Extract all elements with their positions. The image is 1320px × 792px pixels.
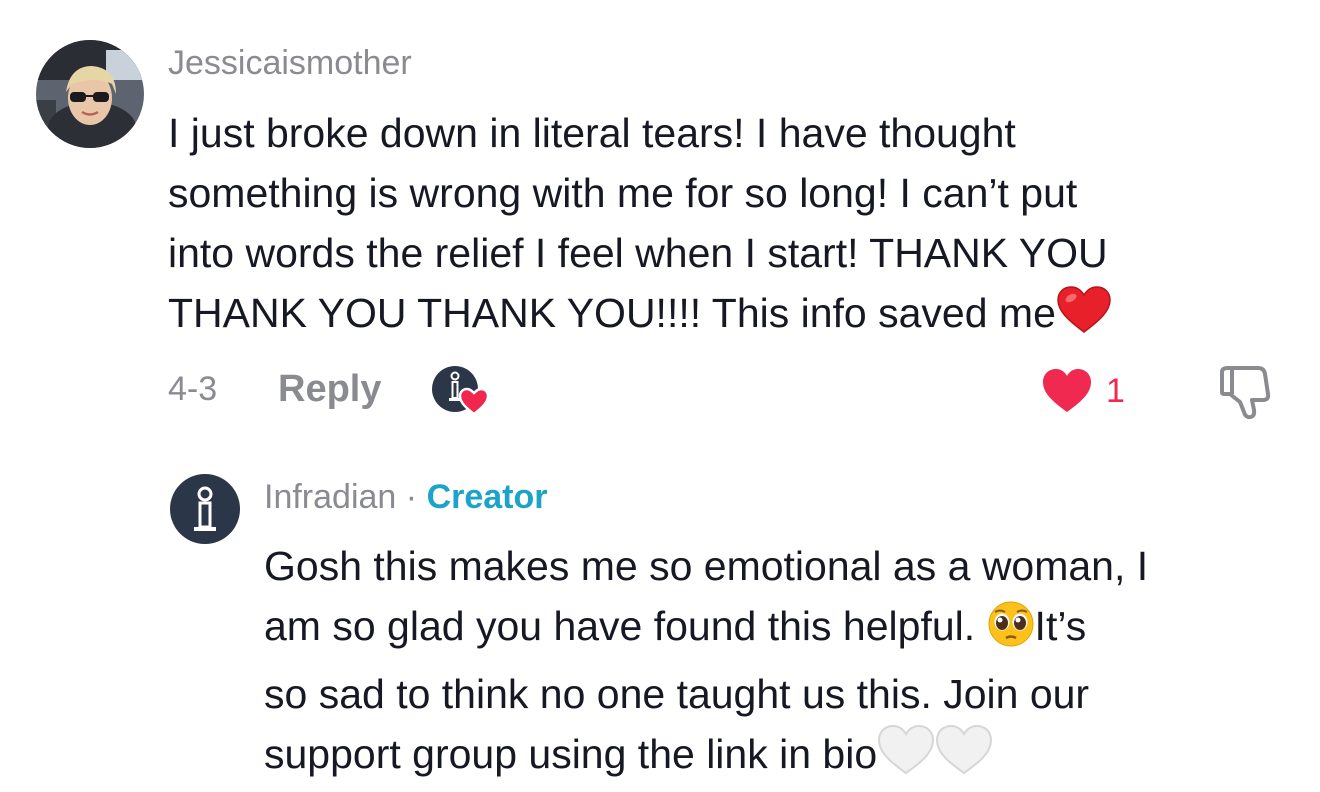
creator-avatar[interactable]	[170, 474, 240, 544]
heart-filled-icon	[1042, 368, 1092, 419]
comment-line: something is wrong with me for so long! …	[168, 170, 1078, 216]
pleading-face-emoji-icon	[987, 600, 1035, 664]
comment-actions: 4-3 Reply 1	[168, 362, 1278, 420]
comment-line: support group using the link in bio	[264, 731, 878, 777]
comment-line: THANK YOU THANK YOU!!!! This info saved …	[168, 290, 1056, 336]
reply-button[interactable]: Reply	[278, 368, 381, 411]
comment-line: Gosh this makes me so emotional as a wom…	[264, 543, 1149, 589]
like-button[interactable]: 1	[1042, 364, 1152, 418]
thumbs-down-icon[interactable]	[1218, 364, 1276, 420]
comment-line-with-emoji: support group using the link in bio	[264, 724, 1294, 792]
comment-text: Gosh this makes me so emotional as a wom…	[264, 536, 1294, 792]
comment-line: am so glad you have found this helpful.	[264, 603, 976, 649]
user-avatar[interactable]	[36, 40, 144, 148]
username[interactable]: Jessicaismother	[168, 44, 412, 83]
red-heart-emoji-icon	[1056, 285, 1112, 351]
username[interactable]: Infradian	[264, 478, 396, 516]
comment-line: so sad to think no one taught us this. J…	[264, 671, 1090, 717]
username-row: Infradian · Creator	[264, 478, 548, 517]
comment-line: into words the relief I feel when I star…	[168, 230, 1108, 276]
comment-date: 4-3	[168, 370, 218, 408]
comment-line: I just broke down in literal tears! I ha…	[168, 110, 1016, 156]
like-count: 1	[1106, 372, 1125, 410]
comment-line-suffix: It’s	[1034, 603, 1087, 649]
creator-badge: Creator	[426, 478, 548, 516]
comment-jessicaismother: Jessicaismother I just broke down in lit…	[0, 0, 1320, 430]
comment-text: I just broke down in literal tears! I ha…	[168, 103, 1278, 351]
white-heart-emoji-icon	[877, 724, 935, 792]
comment-line-with-emoji: am so glad you have found this helpful. …	[264, 596, 1294, 664]
white-heart-emoji-icon	[935, 724, 993, 792]
reply-comment-infradian: Infradian · Creator Gosh this makes me s…	[0, 430, 1320, 792]
separator: ·	[405, 478, 418, 516]
comment-line-with-emoji: THANK YOU THANK YOU!!!! This info saved …	[168, 283, 1278, 351]
creator-liked-badge-icon	[430, 364, 492, 418]
